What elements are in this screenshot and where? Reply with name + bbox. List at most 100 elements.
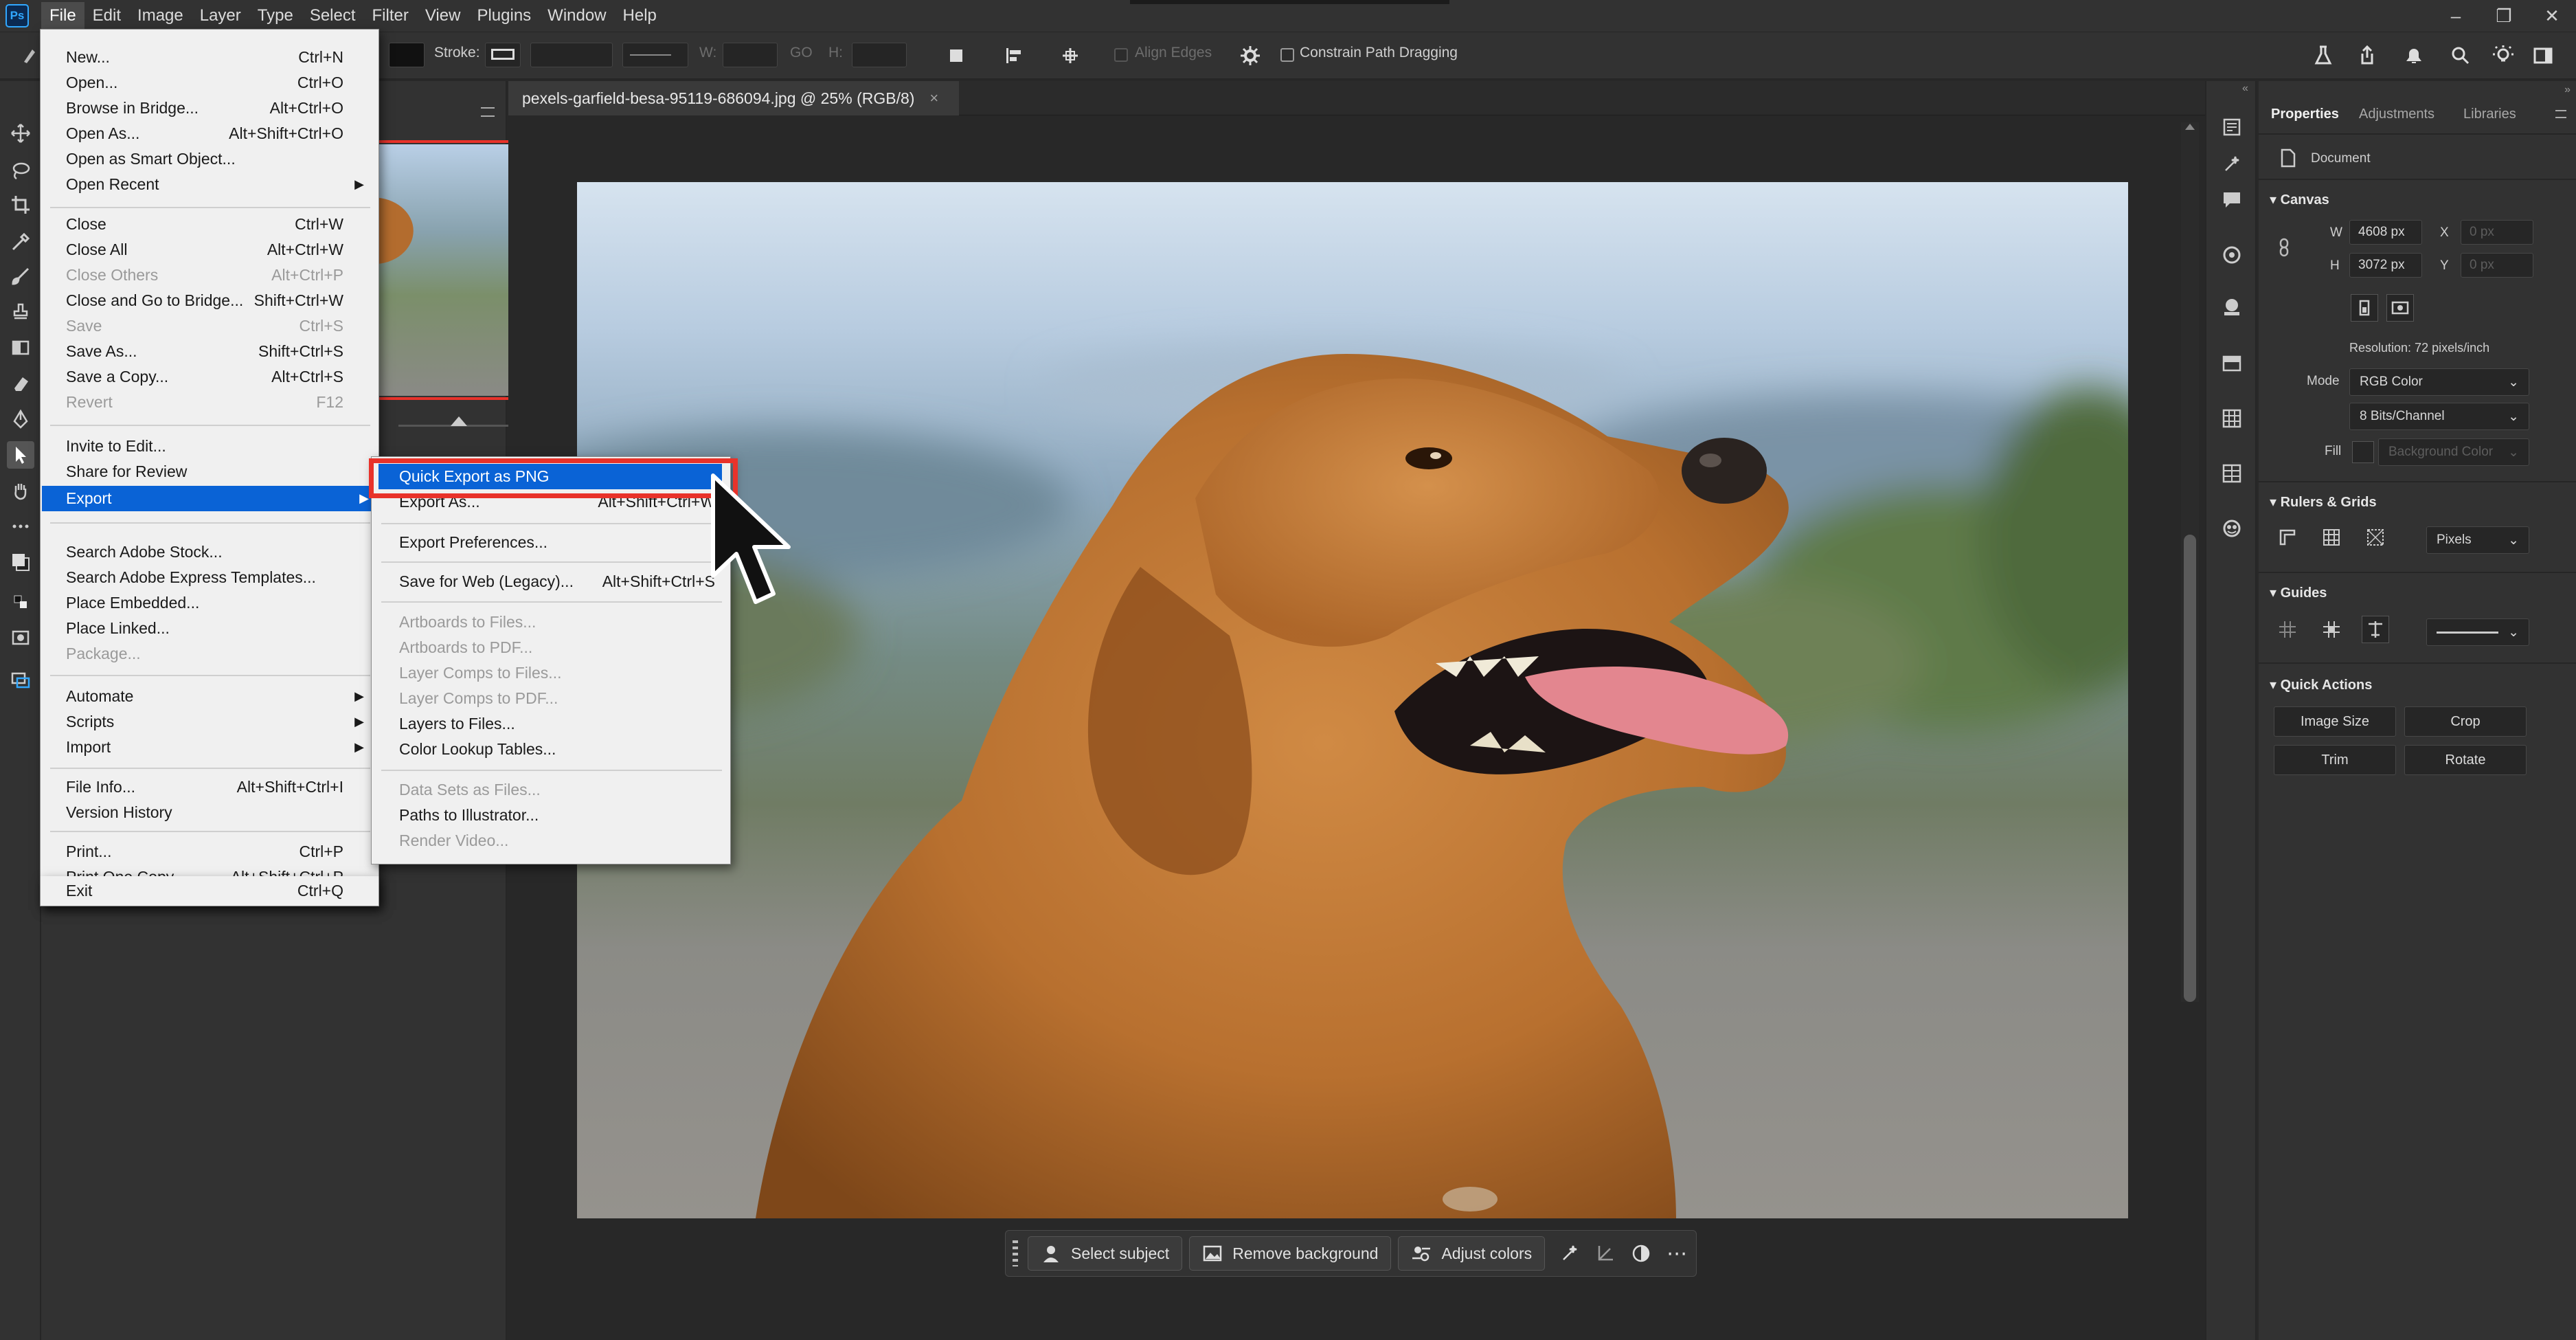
menu-item-open-smart-object[interactable]: Open as Smart Object...: [66, 146, 343, 172]
transform-icon[interactable]: [1588, 1236, 1623, 1271]
menu-item-open[interactable]: Open... Ctrl+O: [66, 70, 343, 96]
restore-icon[interactable]: ❐: [2480, 0, 2528, 32]
panel-menu-icon[interactable]: [2555, 110, 2566, 118]
stroke-type-dropdown[interactable]: [622, 43, 688, 67]
new-guide-icon[interactable]: [2318, 616, 2345, 643]
menu-item-search-adobe-stock[interactable]: Search Adobe Stock...: [66, 539, 343, 565]
stamp-tool-icon[interactable]: [7, 298, 34, 326]
screen-mode-icon[interactable]: [7, 667, 34, 694]
menu-file[interactable]: File: [41, 2, 84, 30]
menu-image[interactable]: Image: [129, 2, 192, 30]
landscape-orientation-icon[interactable]: [2386, 294, 2414, 322]
gradient-tool-icon[interactable]: [7, 334, 34, 361]
menu-item-export-preferences[interactable]: Export Preferences...: [399, 530, 715, 555]
link-dimensions-icon[interactable]: [2271, 234, 2298, 261]
generative-fill-icon[interactable]: [1552, 1236, 1588, 1271]
link-icon[interactable]: GO: [790, 45, 813, 61]
swatches-panel-icon[interactable]: [2216, 291, 2248, 323]
menu-item-save-as[interactable]: Save As... Shift+Ctrl+S: [66, 339, 343, 364]
menu-help[interactable]: Help: [615, 2, 665, 30]
fill-dropdown[interactable]: Background Color ⌄: [2378, 438, 2529, 466]
menu-item-file-info[interactable]: File Info... Alt+Shift+Ctrl+I: [66, 774, 343, 800]
canvas-height-field[interactable]: 3072 px: [2349, 253, 2422, 278]
menu-window[interactable]: Window: [539, 2, 614, 30]
stroke-width-field[interactable]: [530, 43, 613, 67]
path-operations-icon[interactable]: [940, 39, 973, 72]
path-alignment-icon[interactable]: [997, 39, 1030, 72]
menu-item-import[interactable]: Import ▶: [66, 735, 364, 760]
bit-depth-dropdown[interactable]: 8 Bits/Channel ⌄: [2349, 403, 2529, 430]
adjustment-layer-icon[interactable]: [1623, 1236, 1659, 1271]
crop-tool-icon[interactable]: [7, 191, 34, 219]
eraser-tool-icon[interactable]: [7, 370, 34, 397]
remove-background-button[interactable]: Remove background: [1189, 1236, 1392, 1271]
canvas-section-title[interactable]: ▾ Canvas: [2270, 191, 2329, 208]
menu-item-invite-to-edit[interactable]: Invite to Edit...: [66, 434, 343, 459]
path-selection-tool-icon[interactable]: [7, 441, 34, 469]
close-window-icon[interactable]: ✕: [2528, 0, 2576, 32]
history-panel-icon[interactable]: [2216, 111, 2248, 143]
menu-item-paths-to-illustrator[interactable]: Paths to Illustrator...: [399, 803, 715, 828]
menu-item-print[interactable]: Print... Ctrl+P: [66, 839, 343, 864]
guides-icon[interactable]: [2274, 616, 2301, 643]
panel-menu-icon[interactable]: [481, 107, 495, 117]
actions-panel-icon[interactable]: [2216, 148, 2248, 180]
stroke-swatch[interactable]: [485, 43, 521, 67]
slider-handle-icon[interactable]: [451, 416, 467, 426]
more-options-icon[interactable]: ⋯: [1659, 1236, 1695, 1271]
drag-handle[interactable]: [1013, 1240, 1018, 1266]
color-panel-icon[interactable]: [2216, 239, 2248, 271]
select-subject-button[interactable]: Select subject: [1028, 1236, 1183, 1271]
menu-view[interactable]: View: [417, 2, 469, 30]
swap-colors-icon[interactable]: [7, 588, 34, 616]
fill-swatch[interactable]: [2352, 441, 2374, 463]
canvas-y-field[interactable]: 0 px: [2461, 253, 2533, 278]
align-edges-checkbox[interactable]: [1114, 48, 1128, 62]
panel-collapse-icon[interactable]: »: [2564, 84, 2571, 96]
collapse-panels-icon[interactable]: «: [2242, 82, 2248, 95]
quick-actions-section-title[interactable]: ▾ Quick Actions: [2270, 676, 2372, 693]
menu-item-close-go-bridge[interactable]: Close and Go to Bridge... Shift+Ctrl+W: [66, 288, 343, 313]
menu-layer[interactable]: Layer: [192, 2, 249, 30]
scroll-thumb[interactable]: [2184, 535, 2196, 1002]
paths-panel-icon[interactable]: [2216, 458, 2248, 489]
adjust-colors-button[interactable]: Adjust colors: [1398, 1236, 1546, 1271]
scroll-up-icon[interactable]: [2185, 124, 2195, 130]
rotate-button[interactable]: Rotate: [2404, 745, 2527, 775]
menu-item-open-recent[interactable]: Open Recent ▶: [66, 172, 364, 197]
vertical-scrollbar[interactable]: [2181, 122, 2199, 1002]
more-tools-icon[interactable]: [7, 513, 34, 540]
guides-section-title[interactable]: ▾ Guides: [2270, 584, 2327, 601]
trim-button[interactable]: Trim: [2274, 745, 2396, 775]
menu-item-close[interactable]: Close Ctrl+W: [66, 212, 343, 237]
channels-panel-icon[interactable]: [2216, 403, 2248, 434]
menu-item-save-for-web[interactable]: Save for Web (Legacy)... Alt+Shift+Ctrl+S: [399, 569, 715, 594]
flask-icon[interactable]: [2307, 39, 2340, 72]
adjustments-panel-icon[interactable]: [2216, 513, 2248, 544]
menu-item-scripts[interactable]: Scripts ▶: [66, 709, 364, 735]
pixel-grid-icon[interactable]: [2362, 524, 2389, 551]
menu-item-new[interactable]: New... Ctrl+N: [66, 45, 343, 70]
tab-adjustments[interactable]: Adjustments: [2359, 107, 2434, 122]
document-tab[interactable]: pexels-garfield-besa-95119-686094.jpg @ …: [508, 81, 960, 115]
mode-dropdown[interactable]: RGB Color ⌄: [2349, 368, 2529, 396]
lasso-tool-icon[interactable]: [7, 157, 34, 184]
lightbulb-icon[interactable]: [2487, 39, 2520, 72]
menu-item-search-express-templates[interactable]: Search Adobe Express Templates...: [66, 565, 343, 590]
workspace-icon[interactable]: [2527, 39, 2560, 72]
menu-edit[interactable]: Edit: [84, 2, 129, 30]
move-tool-icon[interactable]: [7, 120, 34, 147]
menu-item-save-copy[interactable]: Save a Copy... Alt+Ctrl+S: [66, 364, 343, 390]
menu-item-color-lookup-tables[interactable]: Color Lookup Tables...: [399, 737, 715, 762]
width-field[interactable]: [723, 43, 778, 67]
menu-item-close-all[interactable]: Close All Alt+Ctrl+W: [66, 237, 343, 263]
portrait-orientation-icon[interactable]: [2351, 294, 2378, 322]
ruler-icon[interactable]: [2274, 524, 2301, 551]
menu-plugins[interactable]: Plugins: [468, 2, 539, 30]
comments-panel-icon[interactable]: [2216, 184, 2248, 216]
grid-icon[interactable]: [2318, 524, 2345, 551]
pen-tool-icon[interactable]: [7, 405, 34, 433]
tab-libraries[interactable]: Libraries: [2463, 107, 2516, 122]
menu-item-export[interactable]: Export ▶: [42, 486, 377, 511]
crop-button[interactable]: Crop: [2404, 706, 2527, 737]
